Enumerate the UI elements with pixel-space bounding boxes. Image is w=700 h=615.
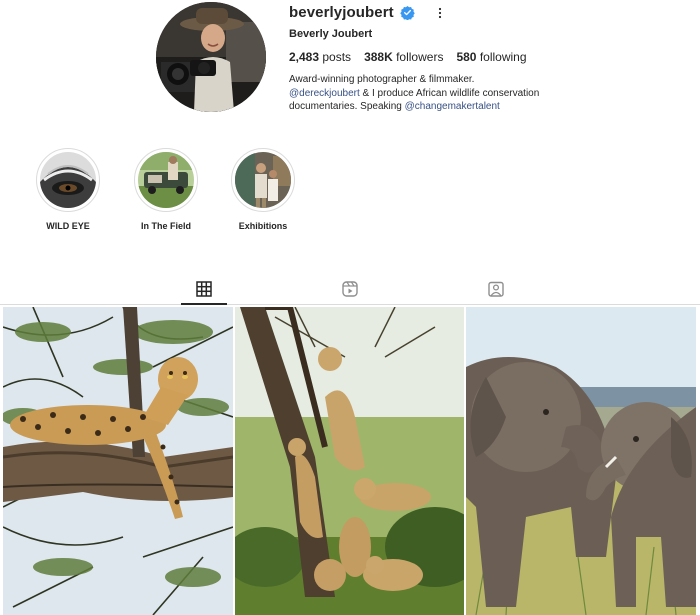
verified-badge-icon xyxy=(400,5,415,21)
highlight-wild-eye[interactable]: WILD EYE xyxy=(28,148,108,231)
more-options-icon[interactable] xyxy=(433,5,447,21)
bio-line-2: @dereckjoubert & I produce African wildl… xyxy=(289,87,589,101)
posts-count: 2,483 xyxy=(289,50,320,64)
active-tab-indicator xyxy=(181,303,227,305)
highlight-ring[interactable] xyxy=(134,148,198,212)
username-row: beverlyjoubert xyxy=(289,4,447,21)
highlight-cover-image xyxy=(40,152,96,208)
bio-line-3: documentaries. Speaking @changemakertale… xyxy=(289,100,589,114)
highlight-label: Exhibitions xyxy=(238,221,288,231)
following-count: 580 xyxy=(456,50,477,64)
tagged-icon xyxy=(488,281,504,302)
following-stat[interactable]: 580 following xyxy=(456,50,526,64)
tab-reels[interactable] xyxy=(340,280,360,302)
bio-line-3-text: documentaries. Speaking xyxy=(289,101,405,112)
post-leopard-in-tree[interactable] xyxy=(3,307,233,615)
highlight-ring[interactable] xyxy=(36,148,100,212)
highlight-in-the-field[interactable]: In The Field xyxy=(126,148,206,231)
bio-line-1: Award-winning photographer & filmmaker. xyxy=(289,74,475,85)
highlight-cover-image xyxy=(235,152,291,208)
mention-link-changemakertalent[interactable]: @changemakertalent xyxy=(405,101,500,112)
username: beverlyjoubert xyxy=(289,4,394,21)
full-name: Beverly Joubert xyxy=(289,28,373,40)
mention-link-dereckjoubert[interactable]: @dereckjoubert xyxy=(289,88,360,99)
highlight-cover-image xyxy=(138,152,194,208)
tabs-divider xyxy=(0,304,700,305)
profile-stats: 2,483 posts 388K followers 580 following xyxy=(289,50,540,64)
profile-avatar[interactable] xyxy=(156,2,266,112)
highlight-label: WILD EYE xyxy=(46,221,90,231)
post-lion-cubs-climbing-tree[interactable] xyxy=(235,307,464,615)
highlight-label: In The Field xyxy=(140,221,191,231)
grid-icon xyxy=(196,280,212,302)
followers-count: 388K xyxy=(364,50,393,64)
posts-label: posts xyxy=(322,50,352,64)
highlight-exhibitions[interactable]: Exhibitions xyxy=(223,148,303,231)
tab-tagged[interactable] xyxy=(486,281,506,301)
bio-line-2-text: & I produce African wildlife conservatio… xyxy=(359,87,540,99)
post-young-elephants-playing[interactable] xyxy=(466,307,696,615)
followers-label: followers xyxy=(396,50,444,64)
followers-stat[interactable]: 388K followers xyxy=(364,50,443,64)
highlight-ring[interactable] xyxy=(231,148,295,212)
tab-posts-grid[interactable] xyxy=(194,280,214,302)
posts-stat: 2,483 posts xyxy=(289,50,351,64)
following-label: following xyxy=(479,50,527,64)
reels-icon xyxy=(342,280,358,302)
profile-bio: Award-winning photographer & filmmaker. … xyxy=(289,73,589,114)
